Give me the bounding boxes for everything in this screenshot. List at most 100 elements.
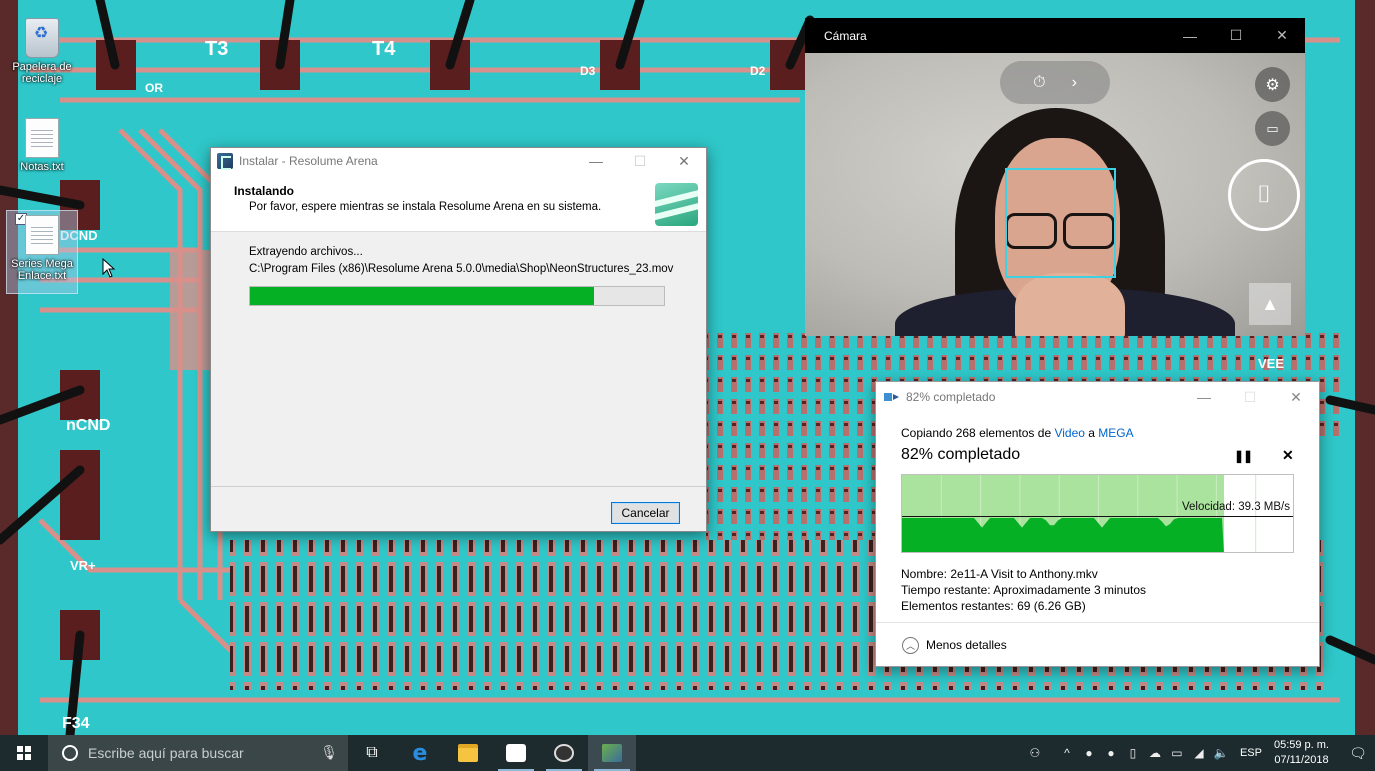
copy-connector: a	[1084, 426, 1099, 440]
start-button[interactable]	[0, 735, 48, 771]
volume-icon[interactable]: 🔈	[1210, 746, 1232, 760]
wallpaper-label: VEE	[1258, 356, 1284, 371]
battery-icon[interactable]: ▭	[1166, 746, 1188, 760]
minimize-button[interactable]: —	[574, 148, 618, 174]
task-view-icon[interactable]: ⧉	[348, 735, 396, 771]
destination-link[interactable]: MEGA	[1098, 426, 1133, 440]
installer-file-path: C:\Program Files (x86)\Resolume Arena 5.…	[249, 263, 674, 275]
people-icon[interactable]: ⚇	[1024, 746, 1046, 760]
cancel-copy-button[interactable]: ✕	[1282, 447, 1294, 464]
windows-logo-icon	[17, 746, 31, 760]
detail-items: Elementos restantes: 69 (6.26 GB)	[901, 598, 1319, 614]
speed-line	[902, 516, 1293, 517]
copy-details: Nombre: 2e11-A Visit to Anthony.mkv Tiem…	[901, 566, 1319, 614]
take-photo-button[interactable]: ⌷	[1228, 159, 1300, 231]
desktop-icon-label: Series Mega Enlace.txt	[11, 258, 73, 282]
text-file-icon	[25, 215, 59, 255]
network-icon[interactable]: ◢	[1188, 746, 1210, 760]
notification-icon[interactable]: 🗨	[1341, 735, 1375, 771]
wallpaper-label: F34	[62, 715, 90, 732]
close-button[interactable]: ✕	[1259, 18, 1305, 53]
gear-icon[interactable]: ⚙	[1255, 67, 1290, 102]
clock-time: 05:59 p. m.	[1273, 739, 1329, 751]
video-camera-icon[interactable]: ▭	[1255, 111, 1290, 146]
desktop-icon-notas[interactable]: Notas.txt	[7, 118, 77, 173]
detail-name: Nombre: 2e11-A Visit to Anthony.mkv	[901, 566, 1319, 582]
chevron-up-icon[interactable]: ^	[1056, 746, 1078, 760]
percent-line: 82% completado ❚❚ ✕	[901, 446, 1319, 468]
less-details-toggle[interactable]: ︿ Menos detalles	[876, 622, 1319, 667]
gallery-icon[interactable]: ▲	[1249, 283, 1291, 325]
percent-text: 82% completado	[901, 446, 1021, 463]
mega-icon[interactable]: ●	[1078, 746, 1100, 760]
throughput-area	[902, 518, 1224, 552]
close-button[interactable]: ✕	[662, 148, 706, 174]
installer-titlebar[interactable]: Instalar - Resolume Arena — ☐ ✕	[211, 148, 706, 174]
camera-titlebar[interactable]: Cámara — ☐ ✕	[805, 18, 1305, 53]
detail-value: 2e11-A Visit to Anthony.mkv	[950, 567, 1098, 581]
microphone-icon[interactable]: 🎙	[320, 744, 338, 761]
clock[interactable]: 05:59 p. m. 07/11/2018	[1274, 738, 1329, 768]
camera-icon[interactable]	[492, 735, 540, 771]
clock-date: 07/11/2018	[1274, 754, 1329, 766]
search-placeholder: Escribe aquí para buscar	[88, 745, 244, 761]
folder-icon[interactable]	[444, 735, 492, 771]
chevron-right-icon[interactable]: ›	[1072, 74, 1077, 92]
wallpaper-label: nCND	[66, 417, 110, 434]
timer-control[interactable]: ⏱ ›	[1000, 61, 1110, 104]
copy-progress-dialog[interactable]: 82% completado — ☐ ✕ Copiando 268 elemen…	[875, 381, 1320, 667]
installer-subheading: Por favor, espere mientras se instala Re…	[249, 201, 602, 213]
desktop-icon-series-mega[interactable]: ✓ Series Mega Enlace.txt	[6, 210, 78, 294]
speed-graph-plot	[902, 475, 1257, 552]
installer-app-icon	[217, 153, 233, 170]
copy-titlebar[interactable]: 82% completado — ☐ ✕	[876, 382, 1319, 412]
minimize-button[interactable]: —	[1167, 18, 1213, 53]
cortana-icon	[62, 745, 78, 761]
resolume-logo	[655, 183, 698, 226]
detail-value: Aproximadamente 3 minutos	[993, 583, 1147, 597]
close-button[interactable]: ✕	[1273, 382, 1319, 412]
maximize-button[interactable]: ☐	[1213, 18, 1259, 53]
timer-icon[interactable]: ⏱	[1033, 74, 1045, 92]
speed-label: Velocidad: 39.3 MB/s	[1181, 501, 1290, 513]
camera-icon: ⌷	[1256, 181, 1272, 208]
copy-icon	[884, 391, 902, 403]
recycle-bin-icon	[25, 18, 59, 58]
cloud-icon[interactable]: ☁	[1144, 746, 1166, 760]
usb-icon[interactable]: ▯	[1122, 746, 1144, 760]
window-title: Cámara	[824, 28, 867, 43]
pause-button[interactable]: ❚❚	[1234, 449, 1253, 463]
taskbar: Escribe aquí para buscar 🎙 ⧉ e ⚇ ^ ● ● ▯…	[0, 735, 1375, 771]
language-indicator[interactable]: ESP	[1240, 747, 1262, 759]
detail-label: Nombre:	[901, 567, 948, 581]
installer-icon[interactable]	[588, 735, 636, 771]
camera-window[interactable]: Cámara — ☐ ✕ ⏱ › ⚙ ▭ ⌷ ▲	[805, 18, 1305, 336]
person-hand	[1015, 273, 1125, 336]
obs-tray-icon[interactable]: ●	[1100, 746, 1122, 760]
desktop-icon-label: Papelera de reciclaje	[12, 61, 72, 85]
cancel-button[interactable]: Cancelar	[611, 502, 680, 524]
face-detection-box	[1005, 168, 1116, 278]
detail-value: 69 (6.26 GB)	[1017, 599, 1086, 613]
camera-preview: ⏱ › ⚙ ▭ ⌷ ▲	[805, 53, 1305, 336]
chevron-up-icon: ︿	[902, 636, 919, 654]
wallpaper-label: T3	[205, 38, 228, 60]
edge-icon[interactable]: e	[396, 735, 444, 771]
divider	[211, 486, 706, 487]
search-box[interactable]: Escribe aquí para buscar 🎙	[48, 735, 348, 771]
copy-prefix: Copiando 268 elementos de	[901, 426, 1055, 440]
desktop-icon-recycle-bin[interactable]: Papelera de reciclaje	[7, 18, 77, 85]
wallpaper-label: D2	[750, 64, 766, 78]
minimize-button[interactable]: —	[1181, 382, 1227, 412]
source-link[interactable]: Video	[1054, 426, 1084, 440]
wallpaper-label: D3	[580, 64, 596, 78]
obs-icon[interactable]	[540, 735, 588, 771]
maximize-button[interactable]: ☐	[618, 148, 662, 174]
wallpaper-label: OR	[145, 81, 163, 95]
speed-graph: Velocidad: 39.3 MB/s	[901, 474, 1294, 553]
detail-label: Elementos restantes:	[901, 599, 1014, 613]
maximize-button[interactable]: ☐	[1227, 382, 1273, 412]
installer-window[interactable]: Instalar - Resolume Arena — ☐ ✕ Instalan…	[210, 147, 707, 532]
text-file-icon	[25, 118, 59, 158]
system-tray: ⚇ ^ ● ● ▯ ☁ ▭ ◢ 🔈 ESP 05:59 p. m. 07/11/…	[1024, 735, 1375, 771]
